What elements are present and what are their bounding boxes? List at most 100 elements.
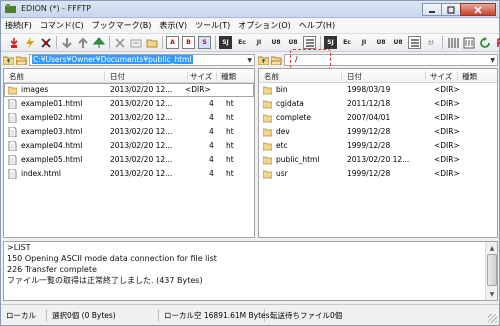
- up-folder-icon[interactable]: [258, 55, 269, 65]
- local-row-file[interactable]: example04.html 2013/02/20 12... 4 ht: [4, 139, 254, 153]
- kanji-utf8-button[interactable]: U8: [269, 36, 283, 49]
- quick-connect-button[interactable]: [23, 36, 36, 49]
- remote-sjis-button[interactable]: SJ: [324, 36, 337, 49]
- col-type[interactable]: 種類: [221, 71, 236, 82]
- col-size[interactable]: サイズ: [430, 71, 452, 82]
- local-path-input[interactable]: C:¥Users¥Owner¥Documents¥public_html ▼: [29, 54, 255, 66]
- resize-grip-icon[interactable]: [488, 314, 497, 323]
- col-date[interactable]: 日付: [347, 71, 362, 82]
- remote-euc-button[interactable]: Ec: [340, 36, 354, 49]
- kanji-euc-button[interactable]: Ec: [235, 36, 249, 49]
- kanji-sjis-button[interactable]: SJ: [219, 36, 232, 49]
- delete-button[interactable]: [113, 36, 126, 49]
- file-date: 2013/02/20 12...: [110, 85, 173, 94]
- col-name[interactable]: 名前: [264, 71, 279, 82]
- local-row-file[interactable]: example05.html 2013/02/20 12... 4 ht: [4, 153, 254, 167]
- chevron-down-icon[interactable]: ▼: [490, 56, 495, 65]
- remote-row-folder[interactable]: usr 1999/12/28 <DIR>: [259, 167, 497, 181]
- minimize-button[interactable]: [422, 3, 442, 16]
- kanji-jis-button[interactable]: JI: [252, 36, 266, 49]
- col-date[interactable]: 日付: [110, 71, 125, 82]
- list-view-button[interactable]: [446, 36, 459, 49]
- file-icon: [8, 169, 17, 179]
- remote-row-folder[interactable]: cgidata 2011/12/18 <DIR>: [259, 97, 497, 111]
- column-divider[interactable]: [425, 71, 426, 81]
- menu-bookmark[interactable]: ブックマーク(B): [88, 19, 156, 33]
- scroll-thumb[interactable]: [487, 254, 497, 286]
- maximize-icon: [447, 5, 455, 14]
- col-name[interactable]: 名前: [9, 71, 24, 82]
- detail-view-button[interactable]: [462, 36, 475, 49]
- column-divider[interactable]: [341, 71, 342, 81]
- local-row-file[interactable]: example03.html 2013/02/20 12... 4 ht: [4, 125, 254, 139]
- file-name: example05.html: [21, 155, 83, 164]
- folder-date: 1999/12/28: [347, 141, 391, 150]
- col-type[interactable]: 種類: [462, 71, 477, 82]
- menu-options[interactable]: オプション(O): [234, 19, 295, 33]
- list-icon: [410, 38, 419, 47]
- kanji-utf8n-label: U8: [288, 39, 298, 46]
- col-size[interactable]: サイズ: [190, 71, 212, 82]
- remote-row-folder[interactable]: dev 1999/12/28 <DIR>: [259, 125, 497, 139]
- remote-row-folder[interactable]: bin 1998/03/19 <DIR>: [259, 83, 497, 97]
- rename-button[interactable]: [129, 36, 142, 49]
- menu-connect[interactable]: 接続(F): [1, 19, 36, 33]
- folder-date: 2011/12/18: [347, 99, 391, 108]
- refresh-button[interactable]: [478, 36, 491, 49]
- local-row-file[interactable]: example01.html 2013/02/20 12... 4 ht: [4, 97, 254, 111]
- download-button[interactable]: [60, 36, 73, 49]
- up-folder-icon[interactable]: [3, 55, 14, 65]
- list-view-icon: [447, 37, 459, 48]
- log-panel[interactable]: >LIST 150 Opening ASCII mode data connec…: [3, 241, 498, 301]
- kanji-utf8n-button[interactable]: U8: [286, 36, 300, 49]
- menu-view[interactable]: 表示(V): [155, 19, 191, 33]
- kanji-euc-label: Ec: [238, 39, 246, 46]
- remote-utf8n-button[interactable]: U8: [391, 36, 405, 49]
- auto-mode-button[interactable]: S: [198, 36, 211, 49]
- auto-label: S: [202, 39, 207, 46]
- local-row-file[interactable]: example02.html 2013/02/20 12... 4 ht: [4, 111, 254, 125]
- column-divider[interactable]: [187, 71, 188, 81]
- remote-no-conversion-button[interactable]: [408, 36, 421, 49]
- connect-button[interactable]: [7, 36, 20, 49]
- scroll-down-icon[interactable]: ▼: [487, 289, 497, 299]
- binary-mode-button[interactable]: B: [182, 36, 195, 49]
- log-line: 150 Opening ASCII mode data connection f…: [7, 254, 217, 263]
- open-folder-icon[interactable]: [271, 55, 282, 65]
- menu-help[interactable]: ヘルプ(H): [295, 19, 339, 33]
- mirror-upload-button[interactable]: [92, 36, 105, 49]
- local-path-text: C:¥Users¥Owner¥Documents¥public_html: [32, 55, 193, 64]
- remote-utf8-button[interactable]: U8: [374, 36, 388, 49]
- menu-tools[interactable]: ツール(T): [191, 19, 234, 33]
- folder-size: <DIR>: [434, 141, 460, 150]
- disconnect-button[interactable]: [39, 36, 52, 49]
- folder-size: <DIR>: [434, 85, 460, 94]
- column-divider[interactable]: [104, 71, 105, 81]
- title-bar[interactable]: EDION (*) - FFFTP: [1, 1, 499, 18]
- remote-row-folder[interactable]: etc 1999/12/28 <DIR>: [259, 139, 497, 153]
- sync-button[interactable]: [494, 36, 500, 49]
- no-conversion-button[interactable]: [303, 36, 316, 49]
- remote-row-folder[interactable]: complete 2007/04/01 <DIR>: [259, 111, 497, 125]
- folder-icon: [8, 86, 17, 95]
- ascii-mode-button[interactable]: A: [166, 36, 179, 49]
- remote-jis-button[interactable]: JI: [357, 36, 371, 49]
- kana-convert-button[interactable]: ｶﾅ: [424, 36, 438, 49]
- menu-command[interactable]: コマンド(C): [36, 19, 88, 33]
- upload-button[interactable]: [76, 36, 89, 49]
- local-row-images[interactable]: images 2013/02/20 12... <DIR>: [4, 83, 254, 97]
- local-row-file[interactable]: index.html 2013/02/20 12... 4 ht: [4, 167, 254, 181]
- remote-file-pane[interactable]: 名前 日付 サイズ 種類 bin 1998/03/19 <DIR> cgidat…: [258, 68, 498, 238]
- local-file-pane[interactable]: 名前 日付 サイズ 種類 images 2013/02/20 12... <DI…: [3, 68, 255, 238]
- new-folder-button[interactable]: [145, 36, 158, 49]
- column-divider[interactable]: [216, 71, 217, 81]
- scroll-up-icon[interactable]: ▲: [487, 243, 497, 253]
- close-button[interactable]: [460, 3, 496, 16]
- remote-row-folder[interactable]: public_html 2013/02/20 12... <DIR>: [259, 153, 497, 167]
- log-scrollbar[interactable]: ▲ ▼: [485, 242, 497, 300]
- file-type: ht: [226, 127, 234, 136]
- column-divider[interactable]: [457, 71, 458, 81]
- open-folder-icon[interactable]: [16, 55, 27, 65]
- chevron-down-icon[interactable]: ▼: [247, 56, 252, 65]
- maximize-button[interactable]: [441, 3, 461, 16]
